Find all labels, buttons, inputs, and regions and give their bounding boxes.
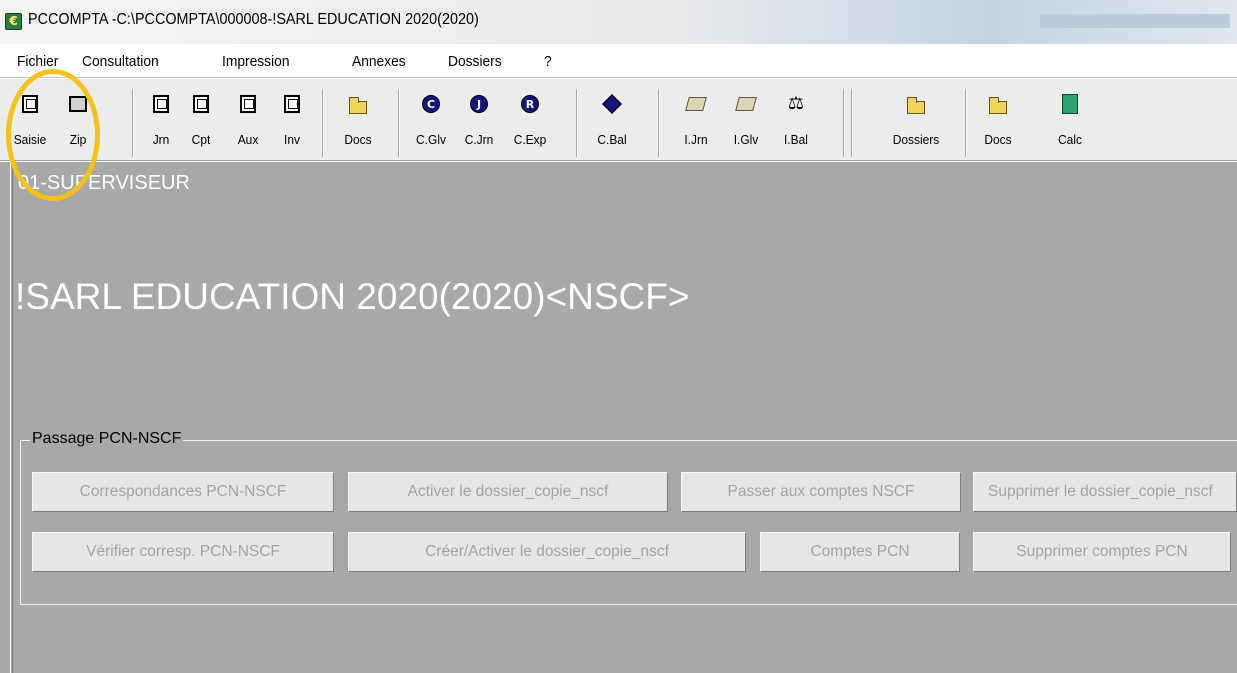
i-glv-button[interactable]: I.Glv [728,79,764,161]
title-bar: € PCCOMPTA -C:\PCCOMPTA\000008-!SARL EDU… [0,0,1237,44]
journal-icon [151,94,171,114]
menu-fichier[interactable]: Fichier [17,53,58,70]
open-folder-icon [906,94,926,114]
creer-activer-dossier-button[interactable]: Créer/Activer le dossier_copie_nscf [348,532,746,572]
folder-icon [348,94,368,114]
menu-help[interactable]: ? [544,53,552,70]
groupbox-title: Passage PCN-NSCF [30,430,184,448]
app-icon[interactable]: € [5,13,22,30]
menu-annexes[interactable]: Annexes [352,53,406,70]
toolbar-separator [658,89,660,157]
inventory-icon [282,94,302,114]
calc-button[interactable]: Calc [1052,79,1088,161]
supprimer-dossier-button[interactable]: Supprimer le dossier_copie_nscf [973,472,1237,512]
c-glv-button[interactable]: C C.Glv [413,79,449,161]
c-jrn-button[interactable]: J C.Jrn [459,79,499,161]
toolbar-separator [576,89,578,157]
toolbar-separator [843,89,845,157]
circle-r-icon: R [520,94,540,114]
aux-button[interactable]: Aux [233,79,263,161]
folder-icon [988,94,1008,114]
toolbar: Saisie Zip Jrn Cpt Aux Inv Docs C C.Glv … [0,79,1237,161]
c-bal-button[interactable]: C.Bal [590,79,634,161]
i-bal-button[interactable]: ⚖ I.Bal [778,79,814,161]
account-icon [191,94,211,114]
c-exp-button[interactable]: R C.Exp [508,79,552,161]
diamond-b-icon [602,94,622,114]
activer-dossier-button[interactable]: Activer le dossier_copie_nscf [348,472,668,512]
book-icon [685,94,707,114]
toolbar-separator [132,89,134,157]
verifier-corresp-button[interactable]: Vérifier corresp. PCN-NSCF [32,532,334,572]
company-title: !SARL EDUCATION 2020(2020)<NSCF> [15,276,690,317]
circle-j-icon: J [469,94,489,114]
correspondances-button[interactable]: Correspondances PCN-NSCF [32,472,334,512]
menu-bar: Fichier Consultation Impression Annexes … [0,44,1237,78]
supprimer-comptes-button[interactable]: Supprimer comptes PCN [973,532,1231,572]
toolbar-separator [851,89,853,157]
highlight-circle [6,69,100,201]
cpt-button[interactable]: Cpt [186,79,216,161]
toolbar-separator [398,89,400,157]
menu-dossiers[interactable]: Dossiers [448,53,502,70]
dossiers-button[interactable]: Dossiers [880,79,952,161]
menu-consultation[interactable]: Consultation [82,53,159,70]
passer-comptes-button[interactable]: Passer aux comptes NSCF [681,472,961,512]
toolbar-separator [322,89,324,157]
gem-icon [735,94,757,114]
balance-scale-icon: ⚖ [787,93,805,114]
passage-groupbox [20,440,1237,605]
docs-button[interactable]: Docs [338,79,378,161]
circle-c-icon: C [421,94,441,114]
calculator-icon [1060,94,1080,114]
i-jrn-button[interactable]: I.Jrn [680,79,712,161]
jrn-button[interactable]: Jrn [148,79,174,161]
comptes-pcn-button[interactable]: Comptes PCN [760,532,960,572]
docs-button-2[interactable]: Docs [978,79,1018,161]
workspace-border [10,162,13,673]
toolbar-separator [965,89,967,157]
auxiliary-icon [238,94,258,114]
inv-button[interactable]: Inv [280,79,304,161]
title-bar-obscured-area [1040,14,1230,28]
window-title: PCCOMPTA -C:\PCCOMPTA\000008-!SARL EDUCA… [28,11,479,28]
menu-impression[interactable]: Impression [222,53,289,70]
